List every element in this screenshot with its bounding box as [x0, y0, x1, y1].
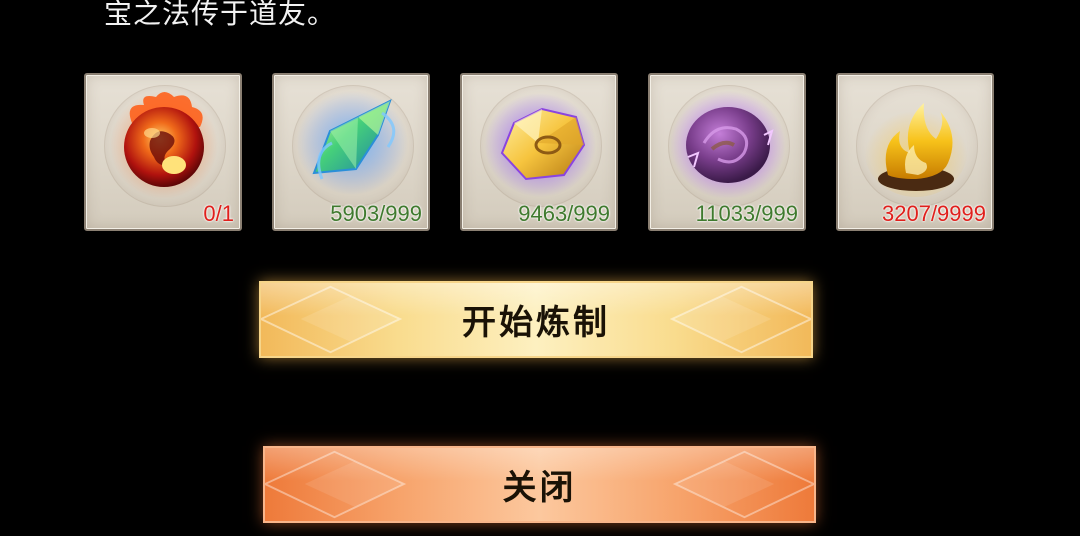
crafting-panel: 宝之法传于道友。 0/1 5903/999 9463/999 11033/999…: [0, 0, 1080, 536]
golden-flame-icon: [864, 101, 968, 197]
material-slot-1[interactable]: 0/1: [84, 73, 242, 231]
material-slot-4[interactable]: 11033/999: [648, 73, 806, 231]
violet-stone-icon: [670, 91, 786, 199]
material-count: 0/1: [203, 201, 234, 226]
intro-text: 宝之法传于道友。: [104, 0, 337, 30]
material-slot-5[interactable]: 3207/9999: [836, 73, 994, 231]
green-crystal-icon: [296, 91, 408, 195]
material-slot-3[interactable]: 9463/999: [460, 73, 618, 231]
start-crafting-label: 开始炼制: [462, 303, 610, 343]
close-label: 关闭: [502, 468, 577, 508]
material-slots: 0/1 5903/999 9463/999 11033/999 3207/999…: [84, 73, 996, 233]
start-crafting-button[interactable]: 开始炼制: [259, 281, 813, 358]
close-button[interactable]: 关闭: [263, 446, 816, 523]
material-slot-2[interactable]: 5903/999: [272, 73, 430, 231]
purple-gold-ore-icon: [484, 93, 596, 197]
material-count: 3207/9999: [882, 201, 986, 226]
material-count: 9463/999: [518, 201, 610, 226]
material-count: 5903/999: [330, 201, 422, 226]
fire-orb-icon: [110, 91, 218, 199]
material-count: 11033/999: [695, 201, 798, 226]
